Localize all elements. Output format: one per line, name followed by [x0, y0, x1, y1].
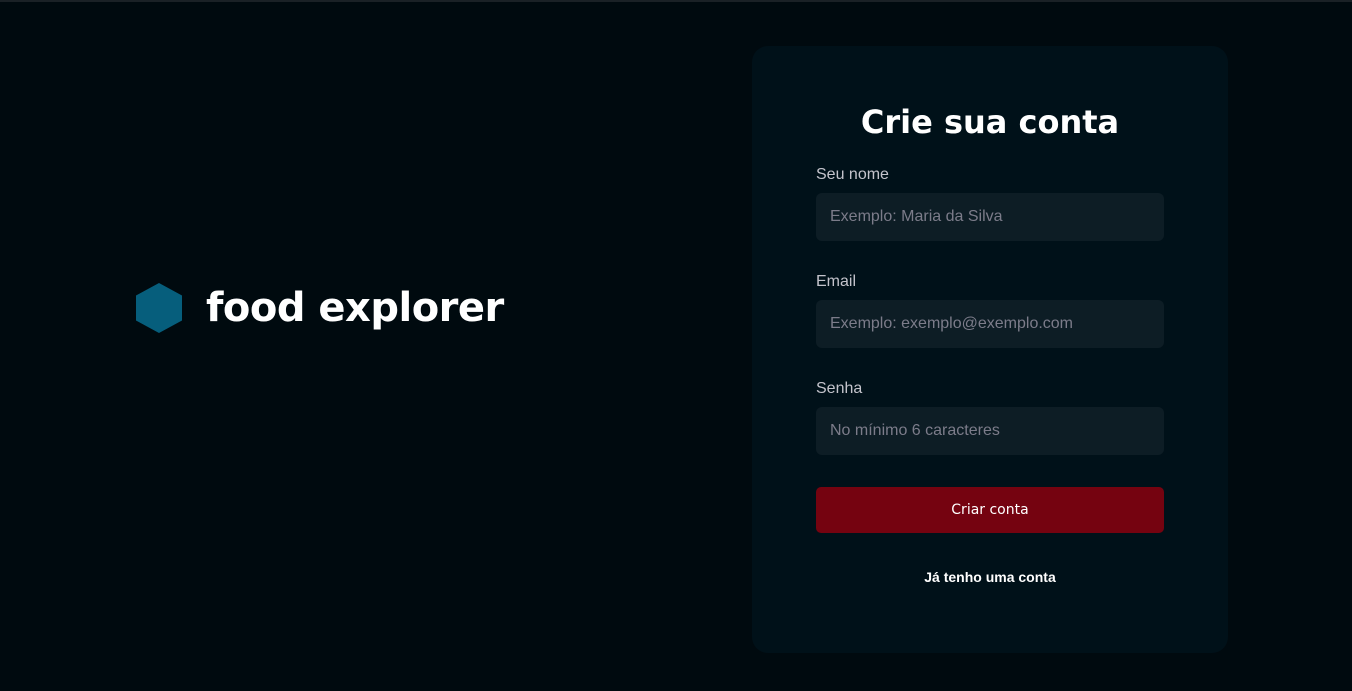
email-input[interactable]: [816, 300, 1164, 348]
name-field-label: Seu nome: [816, 166, 889, 183]
password-field-label: Senha: [816, 380, 863, 397]
brand-logo: food explorer: [134, 280, 504, 336]
name-input[interactable]: [816, 193, 1164, 241]
page-title: Crie sua conta: [860, 103, 1120, 141]
create-account-button[interactable]: Criar conta: [816, 487, 1164, 533]
hexagon-icon: [136, 283, 182, 333]
window-top-border: [0, 0, 1352, 2]
email-field-label: Email: [816, 273, 857, 290]
password-input[interactable]: [816, 407, 1164, 455]
login-link[interactable]: Já tenho uma conta: [752, 568, 1228, 586]
brand-name: food explorer: [206, 285, 504, 331]
signup-card: Crie sua conta Seu nome Email Senha Cria…: [752, 46, 1228, 653]
